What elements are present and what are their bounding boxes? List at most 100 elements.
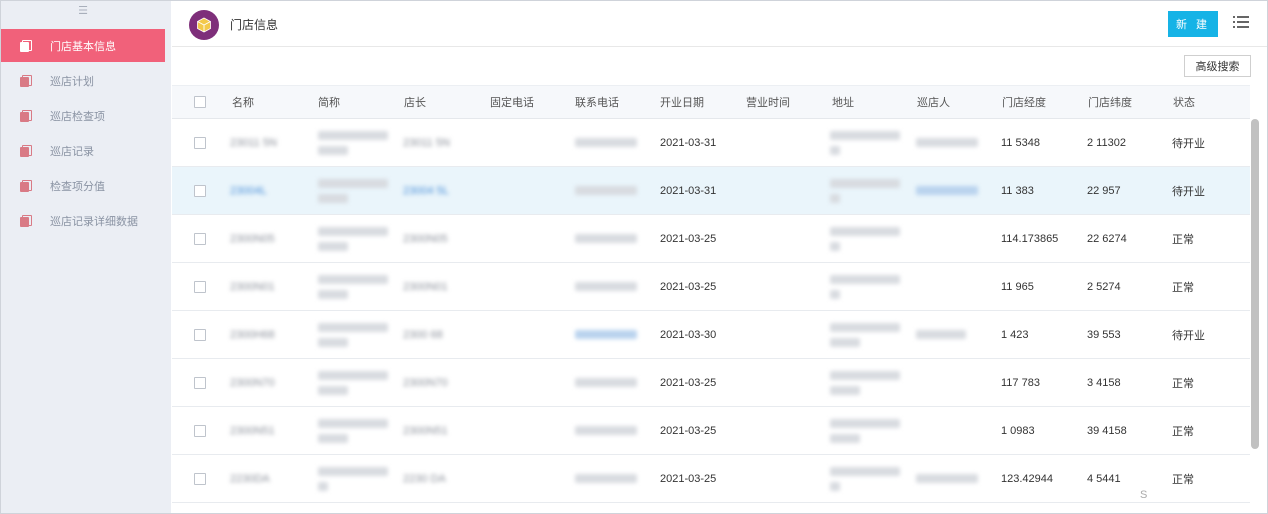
table-row[interactable]: 2230DA 2230 DA 2021-03-25 123.42944 4 54…	[172, 455, 1250, 503]
sidebar-item-store-info[interactable]: 门店基本信息	[1, 29, 165, 62]
address	[830, 359, 900, 406]
store-name[interactable]: 2300N70	[230, 359, 275, 406]
contact-phone	[575, 263, 637, 310]
store-name[interactable]: 23011 5N	[230, 119, 277, 166]
sidebar-item-patrol-records[interactable]: 巡店记录	[1, 134, 165, 167]
address	[830, 311, 900, 358]
store-latitude: 39 4158	[1087, 424, 1127, 437]
column-header[interactable]: 固定电话	[490, 86, 534, 118]
store-manager: 2230 DA	[403, 472, 446, 485]
contact-phone	[575, 407, 637, 454]
column-header[interactable]: 巡店人	[917, 86, 950, 118]
document-icon	[19, 214, 32, 227]
new-button[interactable]: 新 建	[1168, 11, 1218, 37]
status-badge: 正常	[1172, 377, 1194, 390]
store-name[interactable]: 2300N51	[230, 407, 275, 454]
store-name[interactable]: 2230DA	[230, 455, 270, 502]
sidebar-item-item-scores[interactable]: 检查项分值	[1, 169, 165, 202]
patrol-person	[916, 455, 978, 502]
open-date: 2021-03-30	[660, 328, 717, 341]
collapse-icon[interactable]: ☰	[77, 5, 89, 17]
store-manager: 2300N70	[403, 376, 448, 389]
row-checkbox[interactable]	[194, 376, 206, 389]
address	[830, 455, 900, 502]
status-badge: 正常	[1172, 425, 1194, 438]
store-name[interactable]: 2300N01	[230, 263, 275, 310]
advanced-search-button[interactable]: 高级搜索	[1184, 55, 1251, 77]
column-header[interactable]: 门店经度	[1002, 86, 1046, 118]
column-header[interactable]: 营业时间	[746, 86, 790, 118]
corner-text: S	[1140, 489, 1148, 501]
select-all-checkbox[interactable]	[194, 96, 206, 108]
store-abbr	[318, 215, 388, 262]
sidebar-item-label: 巡店记录	[50, 145, 94, 158]
document-icon	[19, 109, 32, 122]
table-row[interactable]: 2300N51 2300N51 2021-03-25 1 0983 39 415…	[172, 407, 1250, 455]
address	[830, 167, 900, 214]
cube-icon	[189, 10, 219, 40]
column-header[interactable]: 状态	[1173, 86, 1195, 118]
open-date: 2021-03-25	[660, 472, 717, 485]
store-latitude: 2 11302	[1087, 136, 1126, 149]
row-checkbox[interactable]	[194, 280, 206, 293]
table-row[interactable]: 2300N70 2300N70 2021-03-25 117 783 3 415…	[172, 359, 1250, 407]
column-header[interactable]: 店长	[404, 86, 426, 118]
store-longitude: 11 5348	[1001, 136, 1040, 149]
store-longitude: 117 783	[1001, 376, 1040, 389]
row-checkbox[interactable]	[194, 424, 206, 437]
column-header[interactable]: 名称	[232, 86, 254, 118]
patrol-person	[916, 311, 966, 358]
sidebar-item-label: 检查项分值	[50, 180, 105, 193]
row-checkbox[interactable]	[194, 232, 206, 245]
table-row[interactable]: 2300H68 2300 68 2021-03-30 1 423 39 553 …	[172, 311, 1250, 359]
store-latitude: 2 5274	[1087, 280, 1121, 293]
sidebar-item-record-details[interactable]: 巡店记录详细数据	[1, 204, 165, 237]
status-badge: 待开业	[1172, 137, 1205, 150]
store-table: 名称 简称 店长 固定电话 联系电话 开业日期 营业时间 地址 巡店人 门店经度…	[172, 85, 1250, 503]
table-row[interactable]: 2300N05 2300N05 2021-03-25 114.173865 22…	[172, 215, 1250, 263]
contact-phone	[575, 119, 637, 166]
store-longitude: 123.42944	[1001, 472, 1053, 485]
row-checkbox[interactable]	[194, 472, 206, 485]
table-row[interactable]: 23011 5N 23011 5N 2021-03-31 11 5348 2 1…	[172, 119, 1250, 167]
table-row[interactable]: 23004L 23004 5L 2021-03-31 11 383 22 957…	[172, 167, 1250, 215]
store-manager: 2300N51	[403, 424, 448, 437]
vertical-scrollbar[interactable]	[1250, 85, 1260, 510]
contact-phone	[575, 167, 637, 214]
store-name[interactable]: 2300N05	[230, 215, 275, 262]
open-date: 2021-03-25	[660, 424, 717, 437]
row-checkbox[interactable]	[194, 328, 206, 341]
address	[830, 119, 900, 166]
store-longitude: 11 383	[1001, 184, 1034, 197]
store-longitude: 1 423	[1001, 328, 1029, 341]
scrollbar-thumb[interactable]	[1251, 119, 1259, 449]
table-row[interactable]: 2300N01 2300N01 2021-03-25 11 965 2 5274…	[172, 263, 1250, 311]
contact-phone	[575, 311, 637, 358]
store-longitude: 11 965	[1001, 280, 1034, 293]
document-icon	[19, 144, 32, 157]
column-header[interactable]: 联系电话	[575, 86, 619, 118]
document-icon	[19, 39, 32, 52]
store-name[interactable]: 2300H68	[230, 311, 275, 358]
row-checkbox[interactable]	[194, 184, 206, 197]
sidebar-item-patrol-plan[interactable]: 巡店计划	[1, 64, 165, 97]
row-checkbox[interactable]	[194, 136, 206, 149]
sidebar-item-check-items[interactable]: 巡店检查项	[1, 99, 165, 132]
sidebar-item-label: 巡店记录详细数据	[50, 215, 138, 228]
column-header[interactable]: 门店纬度	[1088, 86, 1132, 118]
open-date: 2021-03-31	[660, 184, 717, 197]
status-badge: 正常	[1172, 281, 1194, 294]
column-header[interactable]: 开业日期	[660, 86, 704, 118]
store-longitude: 114.173865	[1001, 232, 1059, 245]
column-header[interactable]: 地址	[832, 86, 854, 118]
list-icon[interactable]	[1233, 14, 1249, 30]
store-name[interactable]: 23004L	[230, 167, 267, 214]
store-manager: 2300N05	[403, 232, 448, 245]
patrol-person	[916, 119, 978, 166]
sidebar-item-label: 门店基本信息	[50, 40, 116, 53]
sidebar-item-label: 巡店检查项	[50, 110, 105, 123]
column-header[interactable]: 简称	[318, 86, 340, 118]
store-manager: 23004 5L	[403, 184, 449, 197]
status-badge: 正常	[1172, 233, 1194, 246]
store-abbr	[318, 455, 388, 502]
